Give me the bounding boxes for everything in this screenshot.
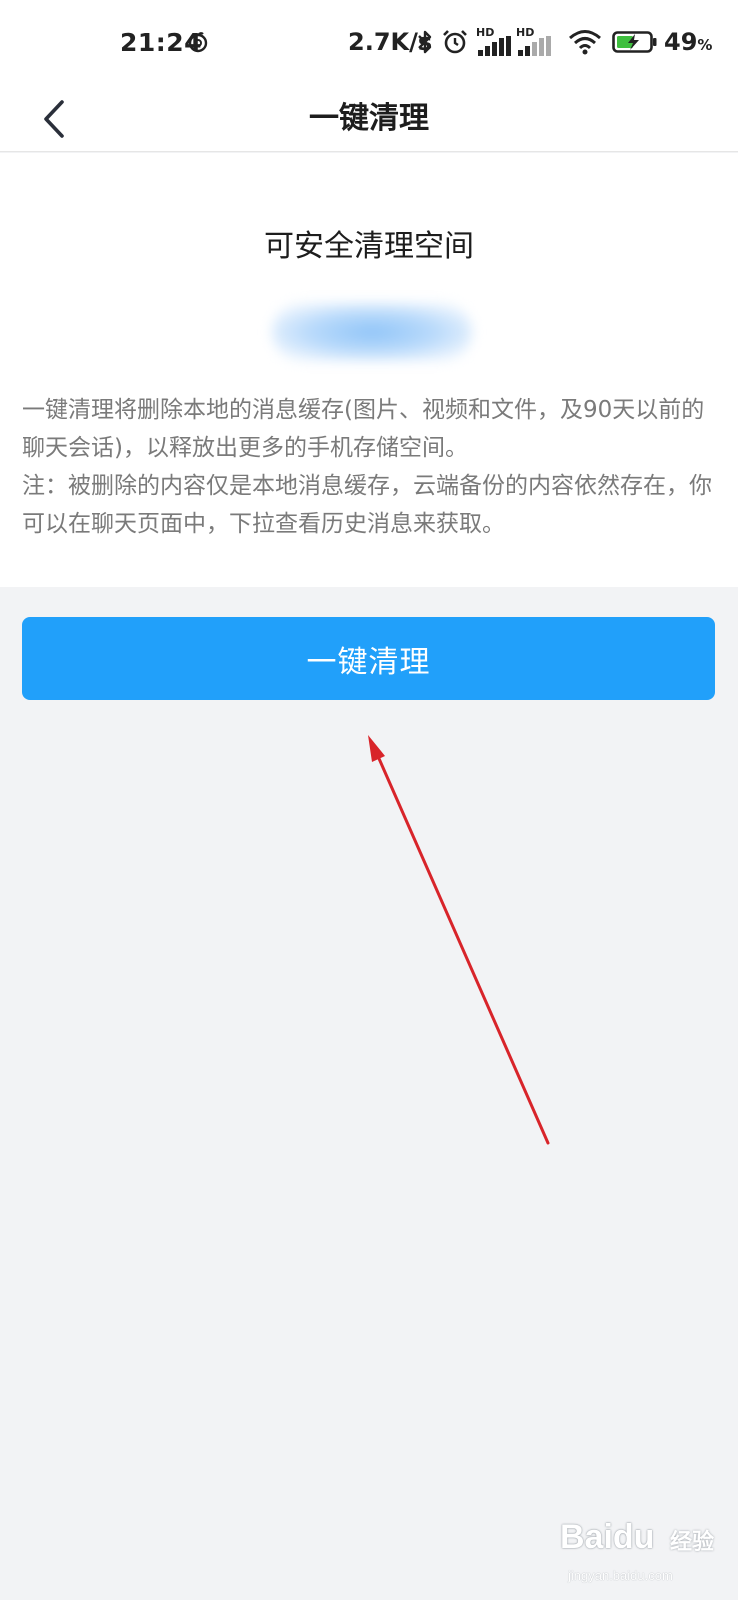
watermark-brand: 经验 [670,1530,715,1555]
signal-icon: HD [476,26,512,58]
signal-icon-secondary: HD [516,26,552,58]
content-card: 可安全清理空间 一键清理将删除本地的消息缓存(图片、视频和文件，及90天以前的聊… [0,153,738,587]
watermark-url: jingyan.baidu.com [568,1568,673,1583]
clean-description: 一键清理将删除本地的消息缓存(图片、视频和文件，及90天以前的聊天会话)，以释放… [22,391,718,543]
netease-music-icon [188,32,208,53]
wifi-icon [569,30,601,55]
alarm-icon [443,30,467,54]
description-note: 注：被删除的内容仅是本地消息缓存，云端备份的内容依然存在，你可以在聊天页面中，下… [22,473,712,537]
screen: 21:24 2.7K/s HD HD 49% 一键清理 可安全清理空间 一键清理… [0,0,738,1600]
clean-space-heading: 可安全清理空间 [264,229,474,264]
bluetooth-icon [418,30,432,54]
one-click-clean-button[interactable]: 一键清理 [22,617,715,700]
baidu-jingyan-watermark: Baidu 经验 jingyan.baidu.com [560,1518,730,1594]
watermark-logo: Baidu [560,1518,655,1556]
page-title: 一键清理 [309,101,429,136]
description-paragraph: 一键清理将删除本地的消息缓存(图片、视频和文件，及90天以前的聊天会话)，以释放… [22,397,705,461]
battery-charging-icon [612,31,657,53]
battery-percent: 49% [664,28,713,56]
space-size-value-blurred [272,303,472,361]
status-bar: 21:24 2.7K/s HD HD 49% [0,0,738,86]
nav-bar: 一键清理 [0,86,738,152]
